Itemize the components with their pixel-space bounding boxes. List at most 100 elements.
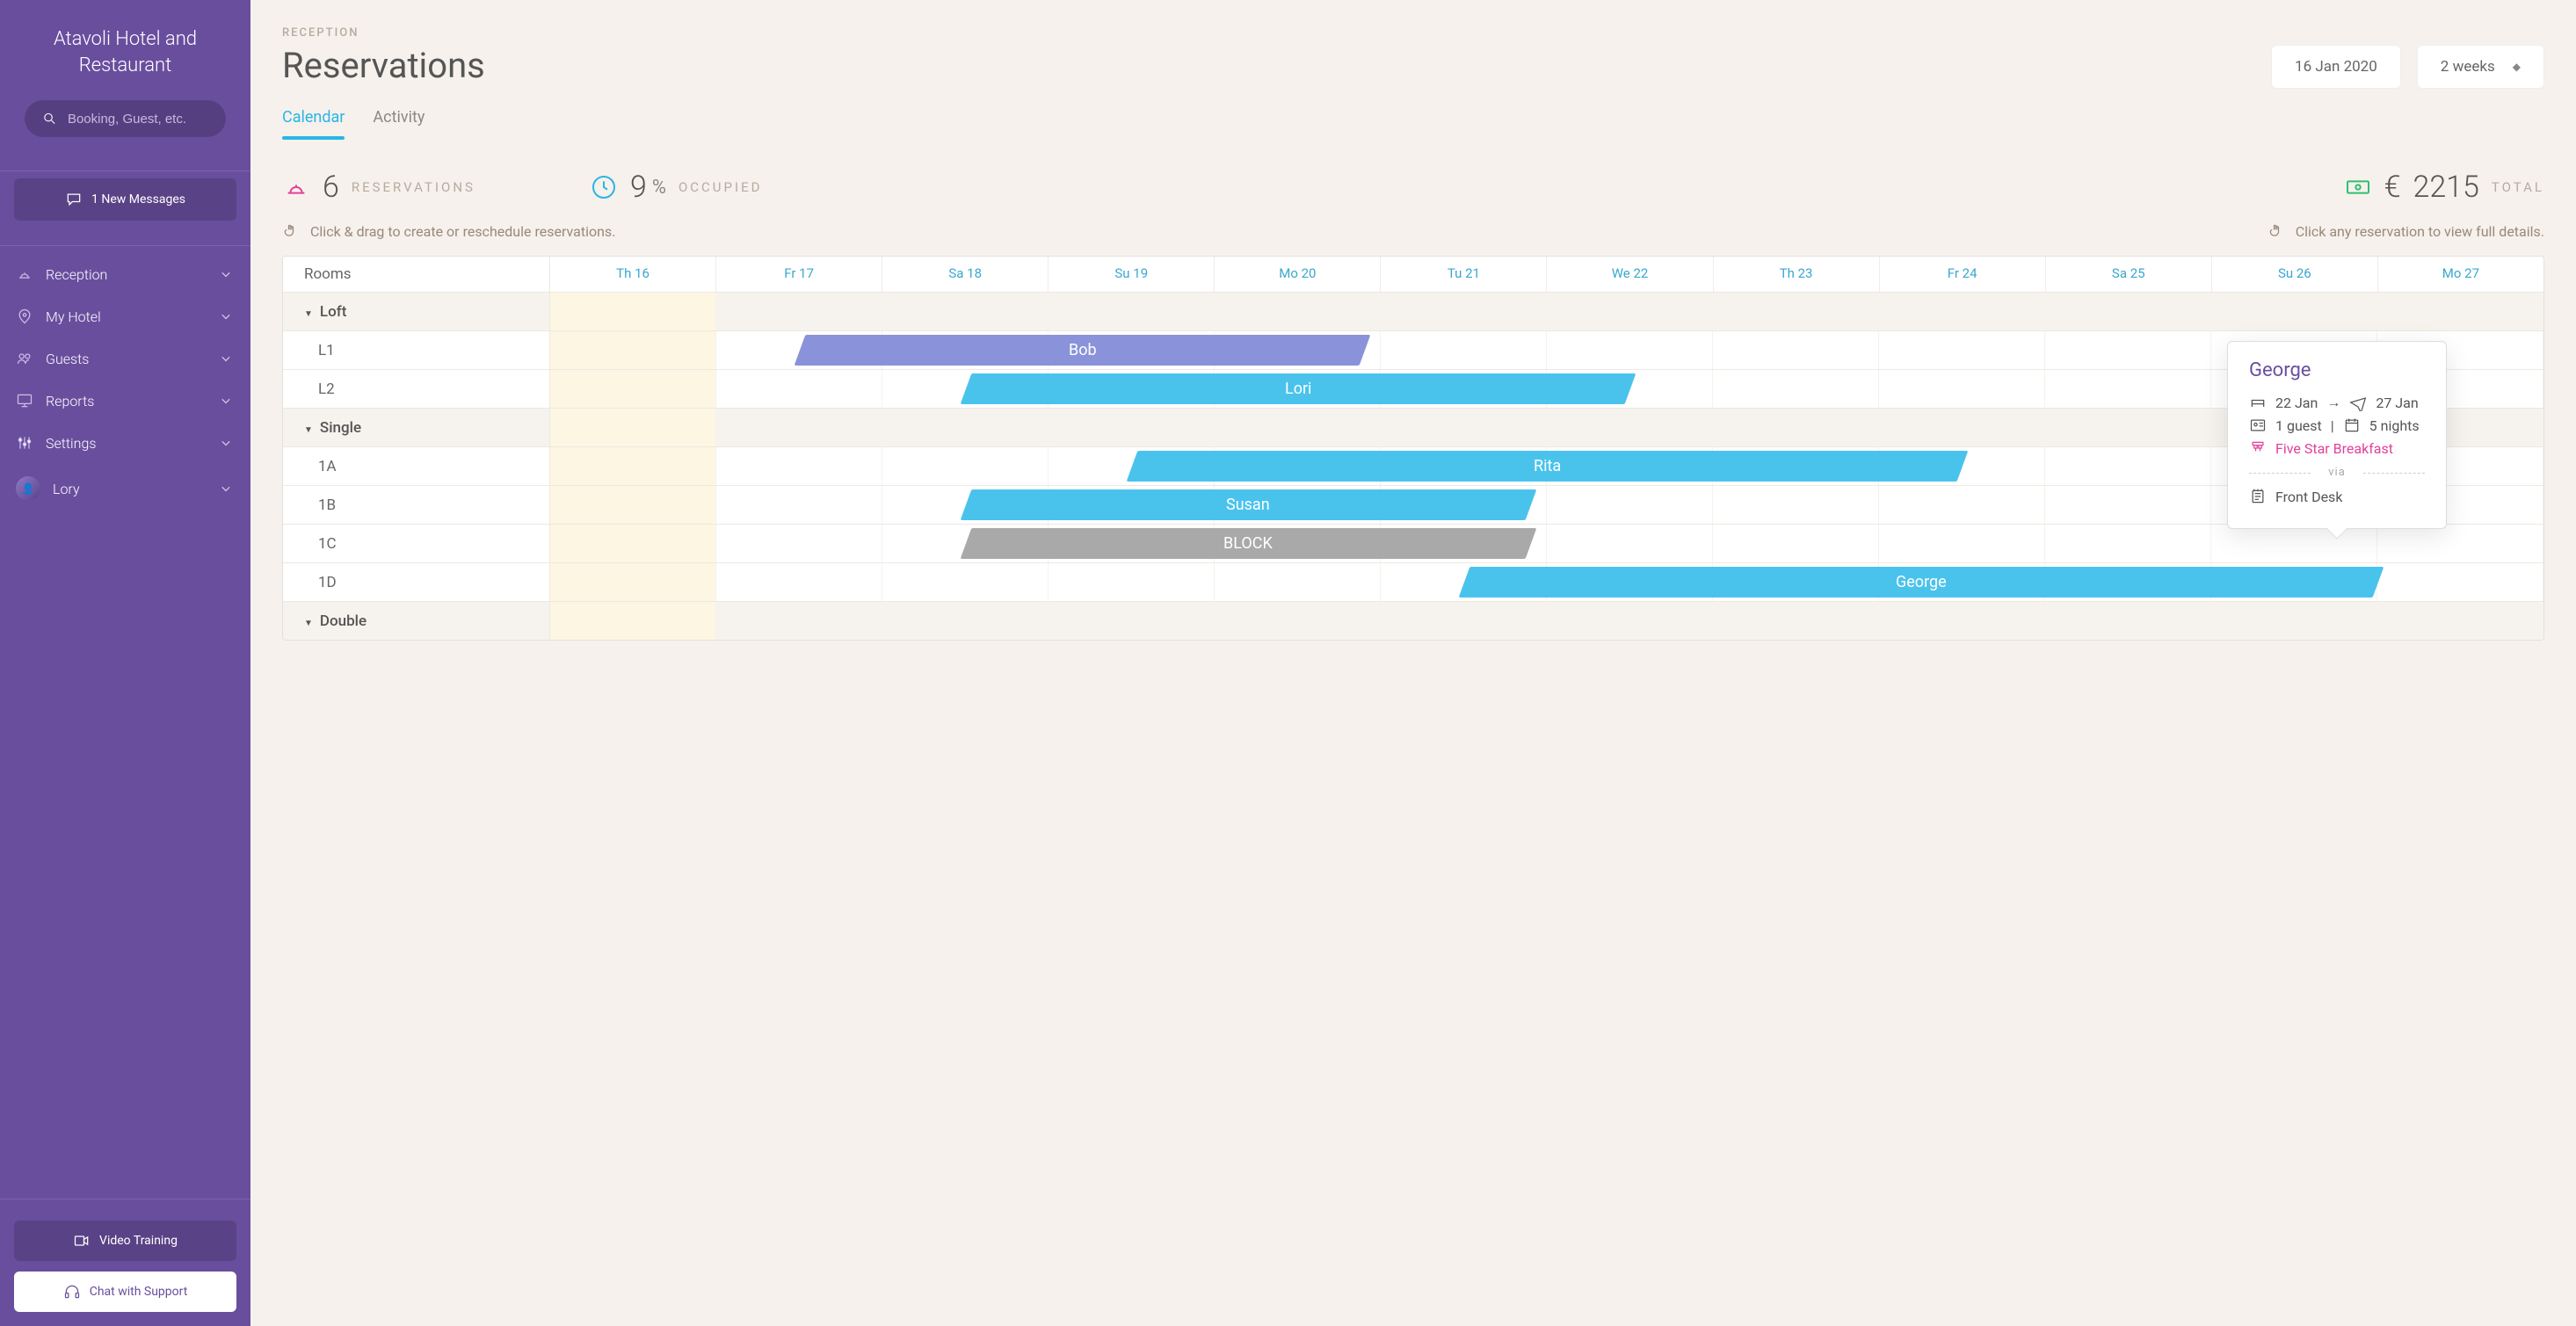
- room-row[interactable]: L2: [283, 370, 550, 408]
- calendar-cell[interactable]: [1713, 293, 1879, 330]
- calendar-cell[interactable]: [550, 331, 716, 369]
- calendar-cell[interactable]: [882, 447, 1049, 485]
- calendar-cell[interactable]: [1049, 602, 1215, 640]
- calendar-cell[interactable]: [882, 563, 1049, 601]
- sidebar-item-reception[interactable]: Reception: [0, 253, 250, 295]
- day-header[interactable]: Fr 24: [1880, 257, 2046, 292]
- day-header[interactable]: Tu 21: [1381, 257, 1547, 292]
- calendar-cell[interactable]: [2211, 525, 2377, 562]
- calendar-cell[interactable]: [1381, 409, 1547, 446]
- calendar-cell[interactable]: [550, 447, 716, 485]
- calendar-cell[interactable]: [716, 486, 882, 524]
- calendar-cell[interactable]: [2045, 409, 2211, 446]
- calendar-cell[interactable]: [1547, 293, 1713, 330]
- calendar-cell[interactable]: [550, 370, 716, 408]
- video-training-button[interactable]: Video Training: [14, 1221, 236, 1261]
- calendar-cell[interactable]: [1381, 293, 1547, 330]
- calendar-cell[interactable]: [1547, 486, 1713, 524]
- calendar-cell[interactable]: [1049, 409, 1215, 446]
- day-header[interactable]: Su 19: [1049, 257, 1215, 292]
- calendar-cell[interactable]: [1215, 293, 1381, 330]
- calendar-cell[interactable]: [2377, 563, 2543, 601]
- calendar-cell[interactable]: [1547, 602, 1713, 640]
- calendar-cell[interactable]: [1547, 409, 1713, 446]
- calendar-cell[interactable]: [1381, 331, 1547, 369]
- calendar-cell[interactable]: [2045, 525, 2211, 562]
- calendar-cell[interactable]: [1215, 602, 1381, 640]
- calendar-cell[interactable]: [716, 370, 882, 408]
- day-header[interactable]: Fr 17: [716, 257, 882, 292]
- room-row[interactable]: 1A: [283, 447, 550, 485]
- calendar-cell[interactable]: [882, 602, 1049, 640]
- day-header[interactable]: Sa 18: [882, 257, 1049, 292]
- day-header[interactable]: Sa 25: [2046, 257, 2212, 292]
- reservation-bar[interactable]: Bob: [794, 335, 1369, 366]
- chat-support-button[interactable]: Chat with Support: [14, 1272, 236, 1312]
- calendar-cell[interactable]: [1879, 293, 2045, 330]
- room-row[interactable]: 1D: [283, 563, 550, 601]
- search-box[interactable]: [25, 100, 226, 137]
- calendar-cell[interactable]: [550, 293, 716, 330]
- messages-button[interactable]: 1 New Messages: [14, 178, 236, 221]
- calendar-grid[interactable]: George 22 Jan → 27 Jan 1 guest | 5 night…: [282, 256, 2544, 641]
- sidebar-item-reports[interactable]: Reports: [0, 380, 250, 422]
- calendar-cell[interactable]: [1713, 486, 1879, 524]
- calendar-cell[interactable]: [716, 602, 882, 640]
- calendar-cell[interactable]: [2045, 486, 2211, 524]
- day-header[interactable]: We 22: [1547, 257, 1713, 292]
- date-picker[interactable]: 16 Jan 2020: [2271, 45, 2401, 89]
- calendar-cell[interactable]: [1879, 602, 2045, 640]
- reservation-bar[interactable]: Rita: [1126, 451, 1968, 482]
- calendar-cell[interactable]: [1879, 525, 2045, 562]
- tab-calendar[interactable]: Calendar: [282, 108, 345, 139]
- calendar-cell[interactable]: [716, 525, 882, 562]
- calendar-cell[interactable]: [2377, 293, 2543, 330]
- calendar-cell[interactable]: [1879, 409, 2045, 446]
- room-group[interactable]: Double: [283, 602, 550, 640]
- day-header[interactable]: Su 26: [2212, 257, 2378, 292]
- day-header[interactable]: Mo 20: [1215, 257, 1381, 292]
- calendar-cell[interactable]: [550, 525, 716, 562]
- calendar-cell[interactable]: [550, 563, 716, 601]
- calendar-cell[interactable]: [716, 409, 882, 446]
- calendar-cell[interactable]: [550, 486, 716, 524]
- calendar-cell[interactable]: [2045, 293, 2211, 330]
- calendar-cell[interactable]: [1215, 563, 1381, 601]
- room-row[interactable]: 1C: [283, 525, 550, 562]
- sidebar-item-settings[interactable]: Settings: [0, 422, 250, 464]
- calendar-cell[interactable]: [1879, 486, 2045, 524]
- calendar-cell[interactable]: [1713, 331, 1879, 369]
- calendar-cell[interactable]: [2211, 293, 2377, 330]
- sidebar-item-guests[interactable]: Guests: [0, 337, 250, 380]
- calendar-cell[interactable]: [1713, 370, 1879, 408]
- calendar-cell[interactable]: [550, 602, 716, 640]
- calendar-cell[interactable]: [1713, 525, 1879, 562]
- sidebar-item-my-hotel[interactable]: My Hotel: [0, 295, 250, 337]
- calendar-cell[interactable]: [1381, 602, 1547, 640]
- room-row[interactable]: 1B: [283, 486, 550, 524]
- calendar-cell[interactable]: [1879, 370, 2045, 408]
- reservation-bar[interactable]: Lori: [960, 373, 1636, 404]
- calendar-cell[interactable]: [882, 409, 1049, 446]
- calendar-cell[interactable]: [1049, 563, 1215, 601]
- calendar-cell[interactable]: [1547, 525, 1713, 562]
- calendar-cell[interactable]: [716, 447, 882, 485]
- calendar-cell[interactable]: [1713, 409, 1879, 446]
- room-group[interactable]: Loft: [283, 293, 550, 330]
- calendar-cell[interactable]: [1049, 293, 1215, 330]
- calendar-cell[interactable]: [550, 409, 716, 446]
- day-header[interactable]: Th 23: [1714, 257, 1880, 292]
- calendar-cell[interactable]: [2045, 331, 2211, 369]
- calendar-cell[interactable]: [1879, 331, 2045, 369]
- calendar-cell[interactable]: [716, 563, 882, 601]
- tab-activity[interactable]: Activity: [373, 108, 424, 139]
- calendar-cell[interactable]: [882, 293, 1049, 330]
- room-row[interactable]: L1: [283, 331, 550, 369]
- reservation-bar[interactable]: Susan: [960, 489, 1535, 520]
- sidebar-item-user[interactable]: 👤 Lory: [0, 464, 250, 513]
- range-select[interactable]: 2 weeks ◆: [2417, 45, 2544, 89]
- calendar-cell[interactable]: [1547, 331, 1713, 369]
- reservation-bar[interactable]: BLOCK: [960, 528, 1535, 559]
- calendar-cell[interactable]: [2211, 602, 2377, 640]
- calendar-cell[interactable]: [2045, 447, 2211, 485]
